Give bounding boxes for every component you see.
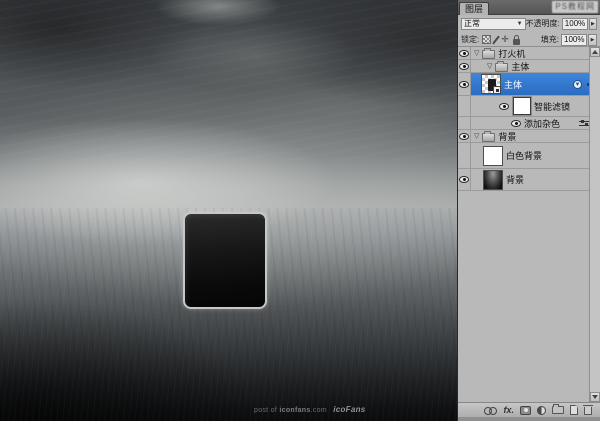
lock-pixels-icon[interactable] <box>492 35 500 44</box>
credit-text: post of <box>254 407 277 414</box>
scroll-up-button[interactable] <box>590 47 600 57</box>
smart-object-badge-icon <box>493 86 501 94</box>
layer-row-lighter-group[interactable]: ▽ 打火机 <box>458 47 590 60</box>
adjustment-layer-icon[interactable] <box>537 406 546 415</box>
layer-row-background[interactable]: 背景 <box>458 169 590 191</box>
credit-site: iconfans <box>279 407 310 414</box>
group-folder-icon <box>482 50 495 59</box>
link-layers-icon[interactable] <box>484 407 497 414</box>
visibility-eye-icon[interactable] <box>459 133 469 140</box>
group-folder-icon <box>495 63 508 72</box>
layer-row-background-group[interactable]: ▽ 背景 <box>458 130 590 143</box>
expand-caret-icon[interactable]: ▽ <box>474 50 479 57</box>
layer-row-add-noise[interactable]: 添加杂色 <box>458 117 590 130</box>
panel-tab-bar: 图层 PS教程网 <box>458 0 600 15</box>
expand-caret-icon[interactable]: ▽ <box>487 63 492 70</box>
blend-row: 正常 ▼ 不透明度: 100% ▶ <box>458 16 600 31</box>
credit-tld: .com <box>311 407 327 414</box>
new-group-icon[interactable] <box>552 406 564 414</box>
layer-name: 背景 <box>506 173 524 186</box>
layers-panel: 图层 PS教程网 正常 ▼ 不透明度: 100% ▶ 锁定: ✛ <box>457 0 600 421</box>
visibility-eye-icon[interactable] <box>459 81 469 88</box>
layer-style-fx-icon[interactable]: fx. <box>503 406 514 415</box>
triangle-down-icon <box>592 395 598 399</box>
visibility-toggle-empty[interactable] <box>458 143 471 168</box>
tab-layers[interactable]: 图层 <box>459 2 489 15</box>
fill-stepper-button[interactable]: ▶ <box>588 34 597 46</box>
fill-value-input[interactable]: 100% <box>561 34 587 46</box>
layer-row-smart-filters[interactable]: 智能滤镜 <box>458 96 590 117</box>
filter-mask-thumbnail[interactable] <box>513 97 531 115</box>
lighter-body-shape <box>183 212 267 309</box>
smart-filter-toggle-icon[interactable]: ▼ <box>573 80 582 89</box>
chevron-down-icon: ▼ <box>517 21 523 27</box>
layer-row-white-background[interactable]: 白色背景 <box>458 143 590 169</box>
lock-transparency-icon[interactable] <box>482 35 491 44</box>
layer-name: 添加杂色 <box>524 117 560 129</box>
group-folder-icon <box>482 133 495 142</box>
layer-name: 白色背景 <box>506 149 542 162</box>
document-canvas[interactable]: post of iconfans.com icoFans <box>0 0 457 421</box>
lock-label: 锁定: <box>461 34 479 45</box>
blend-mode-select[interactable]: 正常 ▼ <box>461 18 526 30</box>
visibility-eye-icon[interactable] <box>511 120 521 127</box>
layer-row-body-group[interactable]: ▽ 主体 <box>458 60 590 73</box>
panel-footer-strip <box>458 417 600 421</box>
fill-label: 填充: <box>541 34 559 45</box>
layer-name: 智能滤镜 <box>534 100 570 113</box>
storm-sky-texture <box>0 0 457 160</box>
new-layer-icon[interactable] <box>570 405 578 415</box>
layer-thumbnail[interactable] <box>483 170 503 190</box>
visibility-eye-icon[interactable] <box>459 63 469 70</box>
scroll-down-button[interactable] <box>590 392 600 402</box>
visibility-eye-icon[interactable] <box>459 176 469 183</box>
lock-all-icon[interactable] <box>513 39 520 45</box>
blend-mode-value: 正常 <box>464 18 480 29</box>
layer-list: ▽ 打火机 ▽ 主体 <box>458 47 590 191</box>
layers-bottom-bar: fx. <box>458 402 600 417</box>
layer-row-body-selected[interactable]: 主体 ▼ <box>458 73 590 96</box>
lock-row: 锁定: ✛ 填充: 100% ▶ <box>458 32 600 47</box>
credit-watermark: post of iconfans.com icoFans <box>254 405 366 414</box>
triangle-up-icon <box>592 50 598 54</box>
layers-scrollbar[interactable] <box>589 47 600 402</box>
opacity-stepper-button[interactable]: ▶ <box>589 18 597 30</box>
smart-object-thumbnail[interactable] <box>481 74 501 94</box>
photoshop-workspace: post of iconfans.com icoFans 图层 PS教程网 正常… <box>0 0 600 421</box>
layer-controls: 正常 ▼ 不透明度: 100% ▶ 锁定: ✛ 填充: 100% <box>458 15 600 47</box>
layer-thumbnail[interactable] <box>483 146 503 166</box>
credit-brand: icoFans <box>333 405 365 414</box>
visibility-eye-icon[interactable] <box>499 103 509 110</box>
layer-name: 主体 <box>504 78 522 91</box>
delete-layer-icon[interactable] <box>584 407 592 415</box>
layer-name: 打火机 <box>498 47 525 59</box>
visibility-eye-icon[interactable] <box>459 50 469 57</box>
site-watermark: PS教程网 <box>552 1 598 13</box>
lock-position-icon[interactable]: ✛ <box>501 35 509 44</box>
expand-caret-icon[interactable]: ▽ <box>474 133 479 140</box>
layer-name: 背景 <box>498 130 516 142</box>
add-layer-mask-icon[interactable] <box>520 406 531 415</box>
opacity-value-input[interactable]: 100% <box>562 18 588 30</box>
opacity-label: 不透明度: <box>526 18 560 29</box>
layer-name: 主体 <box>511 60 529 72</box>
